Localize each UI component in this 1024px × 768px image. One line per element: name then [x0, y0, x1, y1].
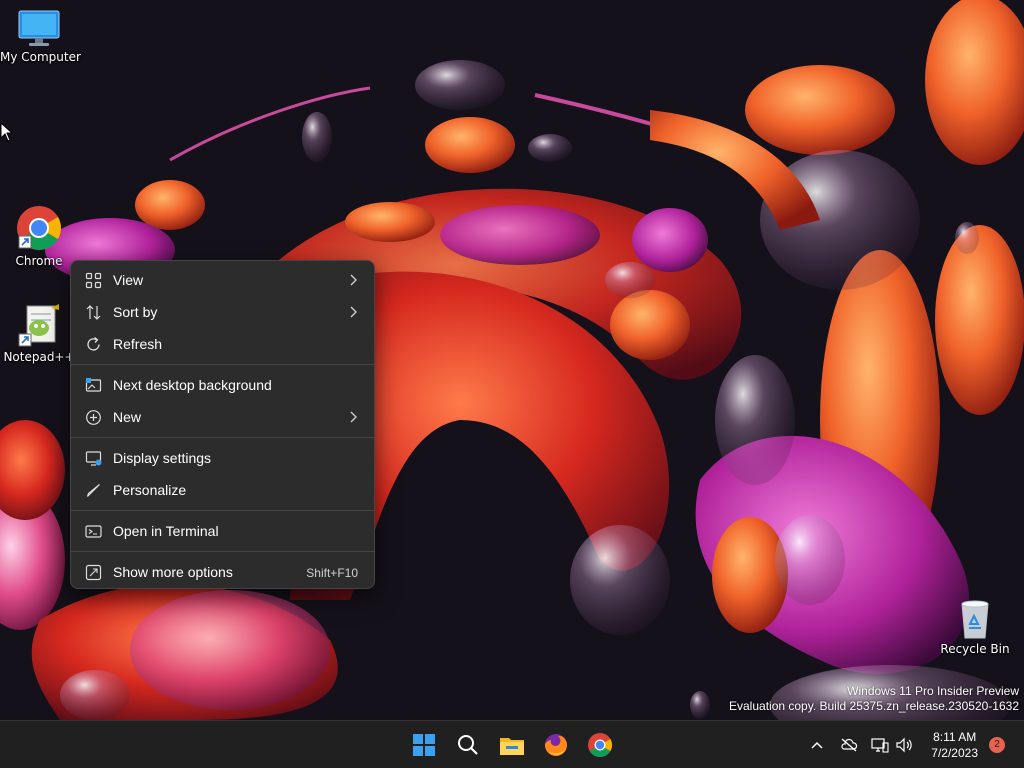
menu-item-personalize[interactable]: Personalize: [75, 475, 370, 505]
menu-item-refresh-label: Refresh: [113, 336, 163, 352]
system-clock[interactable]: 8:11 AM 7/2/2023: [931, 729, 978, 761]
build-watermark: Windows 11 Pro Insider Preview Evaluatio…: [729, 684, 1019, 714]
monitor-icon: [18, 10, 60, 46]
watermark-line-1: Windows 11 Pro Insider Preview: [847, 684, 1019, 698]
recycle-bin-desktop-icon[interactable]: Recycle Bin: [936, 598, 1014, 656]
notepadpp-icon: [18, 304, 59, 347]
menu-item-sort-by[interactable]: Sort by: [75, 297, 370, 327]
menu-separator: [71, 364, 374, 365]
search-icon[interactable]: [452, 729, 484, 761]
cloud-offline-icon[interactable]: [840, 737, 858, 753]
chrome-taskbar-icon[interactable]: [584, 729, 616, 761]
terminal-icon: [85, 525, 102, 538]
my-computer-desktop-icon[interactable]: My Computer: [0, 8, 81, 64]
menu-separator: [71, 437, 374, 438]
clock-date: 7/2/2023: [931, 746, 978, 760]
show-more-options-icon: [85, 564, 102, 581]
menu-item-view-label: View: [113, 272, 144, 288]
menu-item-sort-by-label: Sort by: [113, 304, 158, 320]
menu-item-display-settings[interactable]: Display settings: [75, 443, 370, 473]
notepadpp-label: Notepad++: [3, 350, 75, 364]
menu-item-next-background[interactable]: Next desktop background: [75, 370, 370, 400]
mouse-cursor-icon: [0, 122, 14, 142]
start-icon[interactable]: [408, 729, 440, 761]
desktop-context-menu: View Sort by Refresh Next desktop backgr…: [70, 260, 375, 589]
network-icon[interactable]: [871, 737, 889, 753]
clock-time: 8:11 AM: [933, 730, 977, 744]
notification-badge[interactable]: 2: [989, 737, 1005, 753]
my-computer-label: My Computer: [0, 50, 81, 64]
menu-item-view[interactable]: View: [75, 265, 370, 295]
menu-item-open-terminal-label: Open in Terminal: [113, 523, 219, 539]
menu-item-refresh[interactable]: Refresh: [75, 329, 370, 359]
watermark-line-2: Evaluation copy. Build 25375.zn_release.…: [729, 699, 1019, 713]
menu-separator: [71, 551, 374, 552]
refresh-icon: [87, 336, 100, 351]
sort-icon: [86, 305, 101, 320]
recycle-bin-label: Recycle Bin: [940, 642, 1010, 656]
menu-item-show-more-options-label: Show more options: [113, 564, 233, 580]
taskbar: 8:11 AM 7/2/2023 2: [0, 720, 1024, 768]
menu-item-next-background-label: Next desktop background: [113, 377, 272, 393]
chevron-right-icon: [350, 411, 357, 423]
menu-item-display-settings-label: Display settings: [113, 450, 212, 466]
recycle-bin-icon: [961, 600, 989, 639]
file-explorer-icon[interactable]: [496, 729, 528, 761]
menu-item-personalize-label: Personalize: [113, 482, 187, 498]
display-settings-icon: [85, 451, 102, 466]
shortcut-label: Shift+F10: [306, 566, 358, 580]
menu-item-open-terminal[interactable]: Open in Terminal: [75, 516, 370, 546]
menu-item-new-label: New: [113, 409, 142, 425]
firefox-icon[interactable]: [540, 729, 572, 761]
chrome-label: Chrome: [15, 254, 63, 268]
menu-separator: [71, 510, 374, 511]
chrome-desktop-icon[interactable]: Chrome: [0, 204, 78, 268]
menu-item-new[interactable]: New: [75, 402, 370, 432]
chevron-right-icon: [350, 274, 357, 286]
chevron-up-icon[interactable]: [808, 737, 826, 753]
volume-icon[interactable]: [895, 737, 913, 753]
next-background-icon: [85, 378, 102, 392]
grid-view-icon: [85, 272, 102, 289]
plus-circle-icon: [86, 410, 101, 425]
desktop[interactable]: My Computer Chrome Notepad++ Recycle Bin…: [0, 0, 1024, 720]
brush-icon: [86, 484, 100, 497]
chrome-icon: [17, 206, 61, 250]
notepadpp-desktop-icon[interactable]: Notepad++: [0, 302, 78, 364]
chevron-right-icon: [350, 306, 357, 318]
menu-item-show-more-options[interactable]: Show more options Shift+F10: [75, 557, 370, 587]
